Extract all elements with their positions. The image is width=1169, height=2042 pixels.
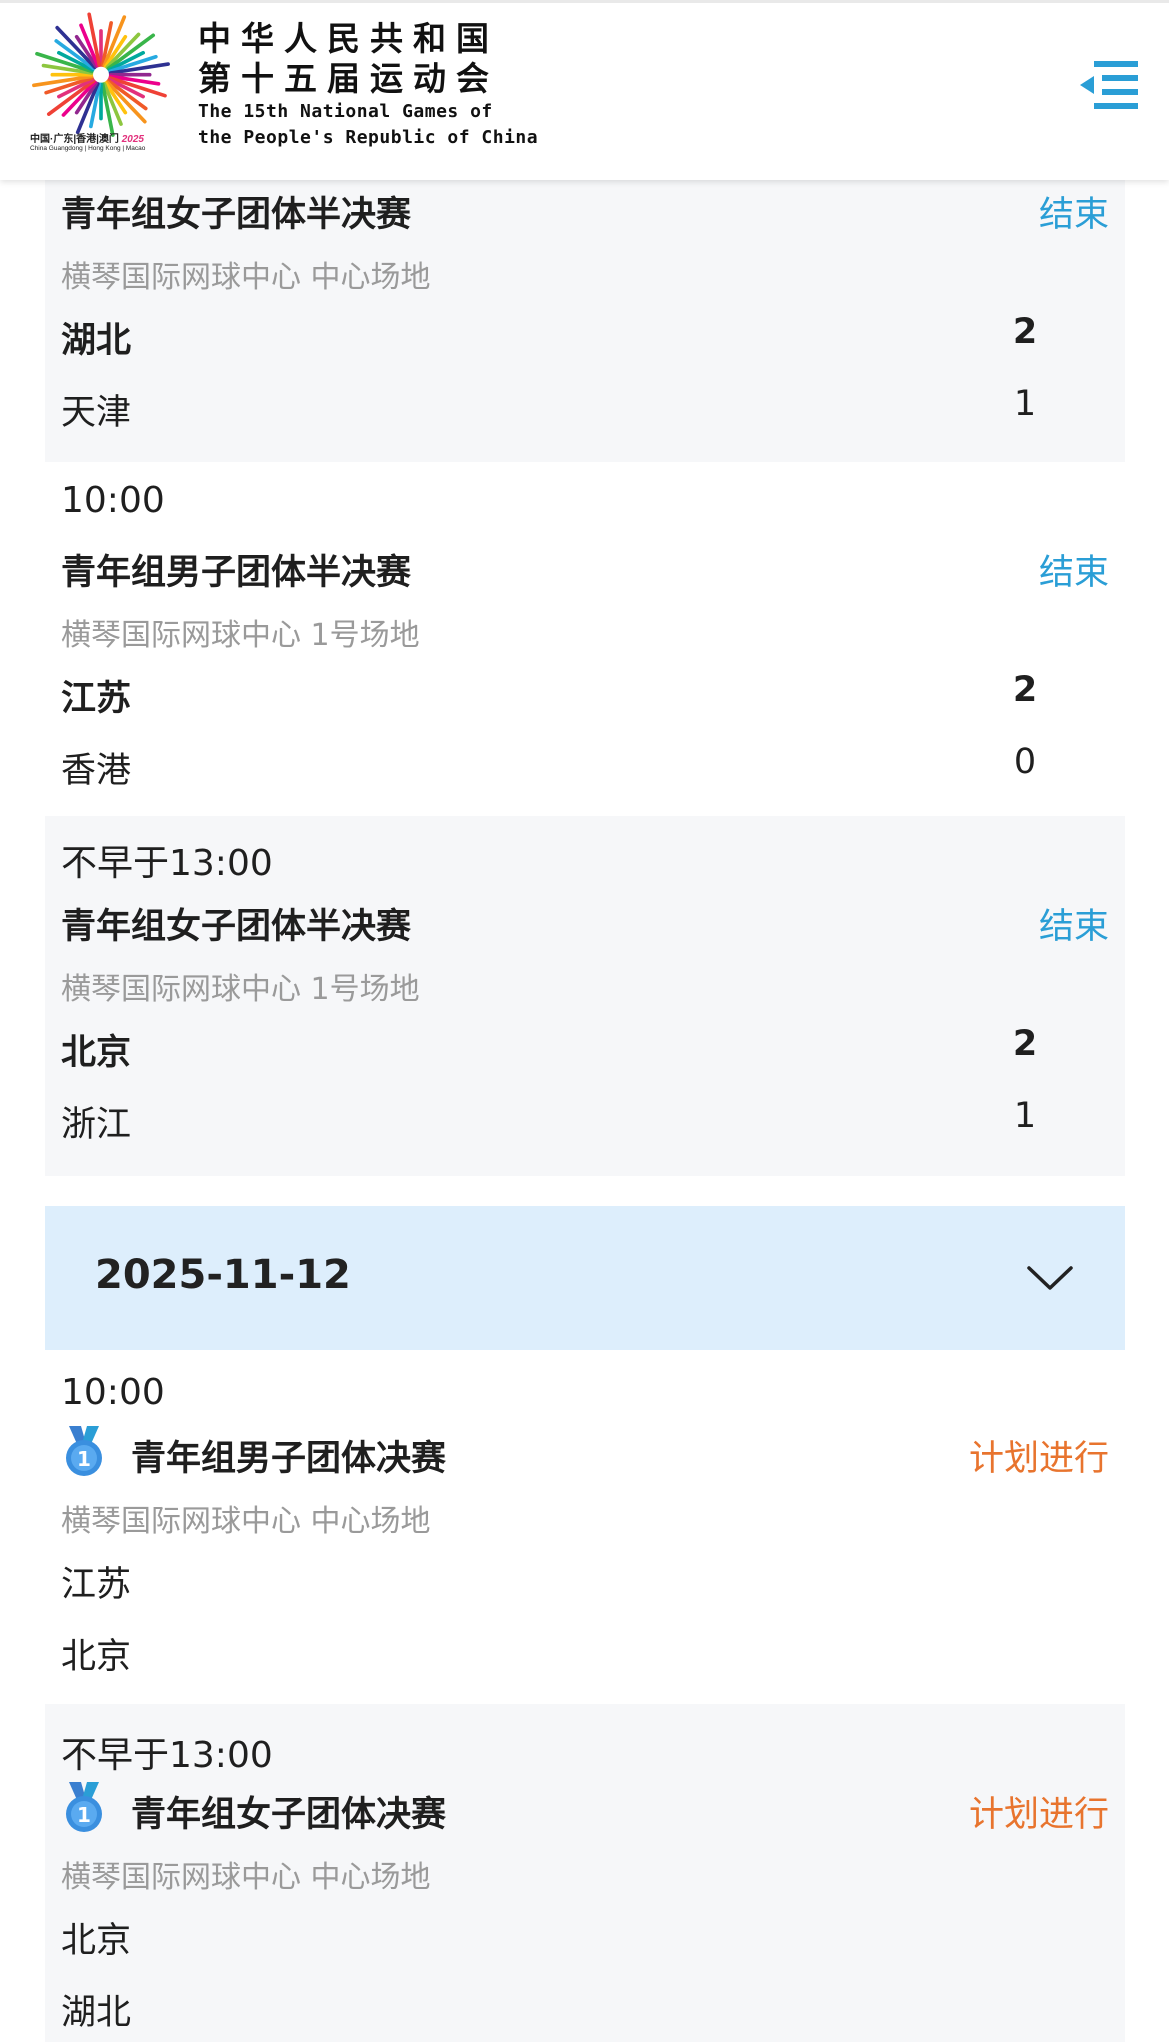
match-title: 青年组女子团体半决赛 <box>61 195 412 235</box>
team-name: 浙江 <box>61 1105 132 1145</box>
team-name: 北京 <box>61 1033 132 1073</box>
match-venue: 横琴国际网球中心 中心场地 <box>61 260 431 295</box>
match-title: 青年组女子团体半决赛 <box>61 907 412 947</box>
team-score: 1 <box>1013 384 1037 424</box>
logo-caption: 中国·广东|香港|澳门 2025 China Guangdong | Hong … <box>30 134 180 152</box>
brand-title-en-line1: The 15th National Games of <box>198 101 493 122</box>
match-title: 青年组女子团体决赛 <box>131 1795 447 1835</box>
team-score: 2 <box>1012 670 1038 710</box>
match-status: 计划进行 <box>968 1795 1109 1835</box>
brand-title[interactable]: 中华人民共和国 第十五届运动会 The 15th National Games … <box>198 19 539 151</box>
brand-title-cn-line1: 中华人民共和国 <box>198 19 499 58</box>
match-card[interactable]: 10:00 青年组男子团体半决赛 结束 横琴国际网球中心 1号场地 江苏 2 香… <box>45 462 1125 816</box>
team-score: 0 <box>1013 742 1037 782</box>
schedule-list: 青年组女子团体半决赛 结束 横琴国际网球中心 中心场地 湖北 2 天津 1 10… <box>30 0 1140 2042</box>
logo-caption-year: 2025 <box>121 134 144 145</box>
chevron-down-icon <box>1027 1266 1073 1290</box>
team-name: 北京 <box>61 1921 132 1961</box>
match-time: 10:00 <box>61 480 165 521</box>
match-venue: 横琴国际网球中心 中心场地 <box>61 1504 431 1539</box>
match-time: 不早于13:00 <box>61 1735 273 1776</box>
match-venue: 横琴国际网球中心 1号场地 <box>61 618 420 653</box>
match-status: 结束 <box>1038 907 1109 947</box>
svg-text:1: 1 <box>77 1447 91 1471</box>
match-status: 计划进行 <box>968 1439 1109 1479</box>
team-name: 天津 <box>61 393 132 433</box>
match-title: 青年组男子团体决赛 <box>131 1439 447 1479</box>
brand-title-en-line2: the People's Republic of China <box>198 127 539 148</box>
svg-text:1: 1 <box>77 1803 91 1827</box>
team-score: 2 <box>1012 312 1038 352</box>
team-name: 香港 <box>61 751 132 791</box>
match-time: 不早于13:00 <box>61 843 273 884</box>
team-name: 江苏 <box>61 679 132 719</box>
gold-medal-icon: 1 <box>66 1782 102 1832</box>
date-section-label: 2025-11-12 <box>95 1252 351 1298</box>
match-status: 结束 <box>1038 195 1109 235</box>
menu-lines-icon <box>1080 61 1138 109</box>
date-section-toggle[interactable]: 2025-11-12 <box>45 1206 1125 1350</box>
team-score: 1 <box>1013 1096 1037 1136</box>
match-venue: 横琴国际网球中心 1号场地 <box>61 972 420 1007</box>
match-card[interactable]: 不早于13:00 1 青年组女子团体决赛 计划进行 横琴国际网球中心 中心场地 … <box>45 1704 1125 2042</box>
team-name: 北京 <box>61 1637 132 1677</box>
team-name: 湖北 <box>61 321 132 361</box>
site-header: 中国·广东|香港|澳门 2025 China Guangdong | Hong … <box>0 0 1169 180</box>
team-name: 湖北 <box>61 1993 132 2033</box>
match-title: 青年组男子团体半决赛 <box>61 553 412 593</box>
match-venue: 横琴国际网球中心 中心场地 <box>61 1860 431 1895</box>
logo-caption-cn: 中国·广东|香港|澳门 2025 <box>30 134 144 145</box>
gold-medal-icon: 1 <box>66 1426 102 1476</box>
match-card[interactable]: 不早于13:00 青年组女子团体半决赛 结束 横琴国际网球中心 1号场地 北京 … <box>45 816 1125 1176</box>
match-card[interactable]: 青年组女子团体半决赛 结束 横琴国际网球中心 中心场地 湖北 2 天津 1 <box>45 150 1125 462</box>
match-card[interactable]: 10:00 1 青年组男子团体决赛 计划进行 横琴国际网球中心 中心场地 江苏 … <box>45 1350 1125 1704</box>
logo-caption-en: China Guangdong | Hong Kong | Macao <box>30 144 146 152</box>
menu-button[interactable] <box>1078 55 1140 115</box>
match-time: 10:00 <box>61 1372 165 1413</box>
match-status: 结束 <box>1038 553 1109 593</box>
team-score: 2 <box>1012 1024 1038 1064</box>
brand-title-cn-line2: 第十五届运动会 <box>198 59 499 98</box>
team-name: 江苏 <box>61 1565 132 1605</box>
